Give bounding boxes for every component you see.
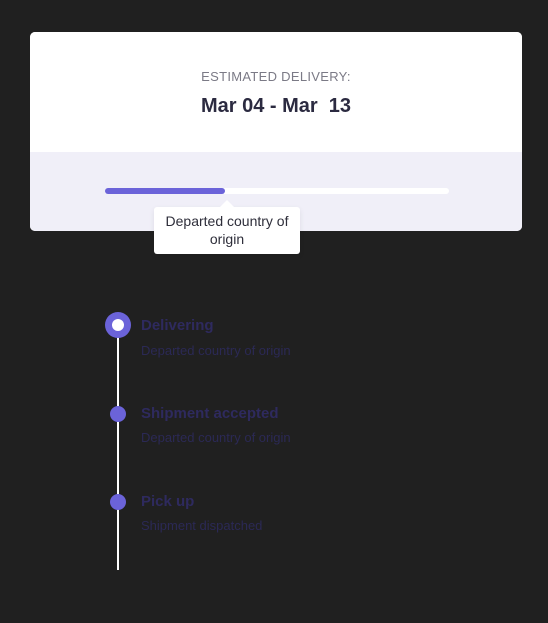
timeline-step-subtitle: Shipment dispatched bbox=[141, 518, 263, 533]
timeline-line bbox=[117, 330, 119, 570]
delivery-header: ESTIMATED DELIVERY: Mar 04 - Mar 13 bbox=[30, 32, 522, 152]
current-step-icon bbox=[105, 312, 131, 338]
progress-tooltip: Departed country of origin bbox=[154, 200, 300, 254]
estimated-delivery-label: ESTIMATED DELIVERY: bbox=[201, 69, 351, 84]
timeline-step-title: Shipment accepted bbox=[141, 405, 279, 422]
timeline-step-title: Delivering bbox=[141, 317, 214, 334]
timeline-step-title: Pick up bbox=[141, 493, 195, 510]
step-dot-icon bbox=[110, 406, 126, 422]
delivery-progress-section: Departed country of origin bbox=[30, 152, 522, 254]
delivery-date-range: Mar 04 - Mar 13 bbox=[200, 95, 352, 117]
delivery-card: ESTIMATED DELIVERY: Mar 04 - Mar 13 Depa… bbox=[30, 32, 522, 254]
delivery-progress-fill bbox=[105, 188, 226, 194]
step-dot-icon bbox=[110, 494, 126, 510]
delivery-progress-track bbox=[105, 188, 449, 194]
timeline-step-subtitle: Departed country of origin bbox=[141, 343, 291, 358]
timeline-step-subtitle: Departed country of origin bbox=[141, 430, 291, 445]
